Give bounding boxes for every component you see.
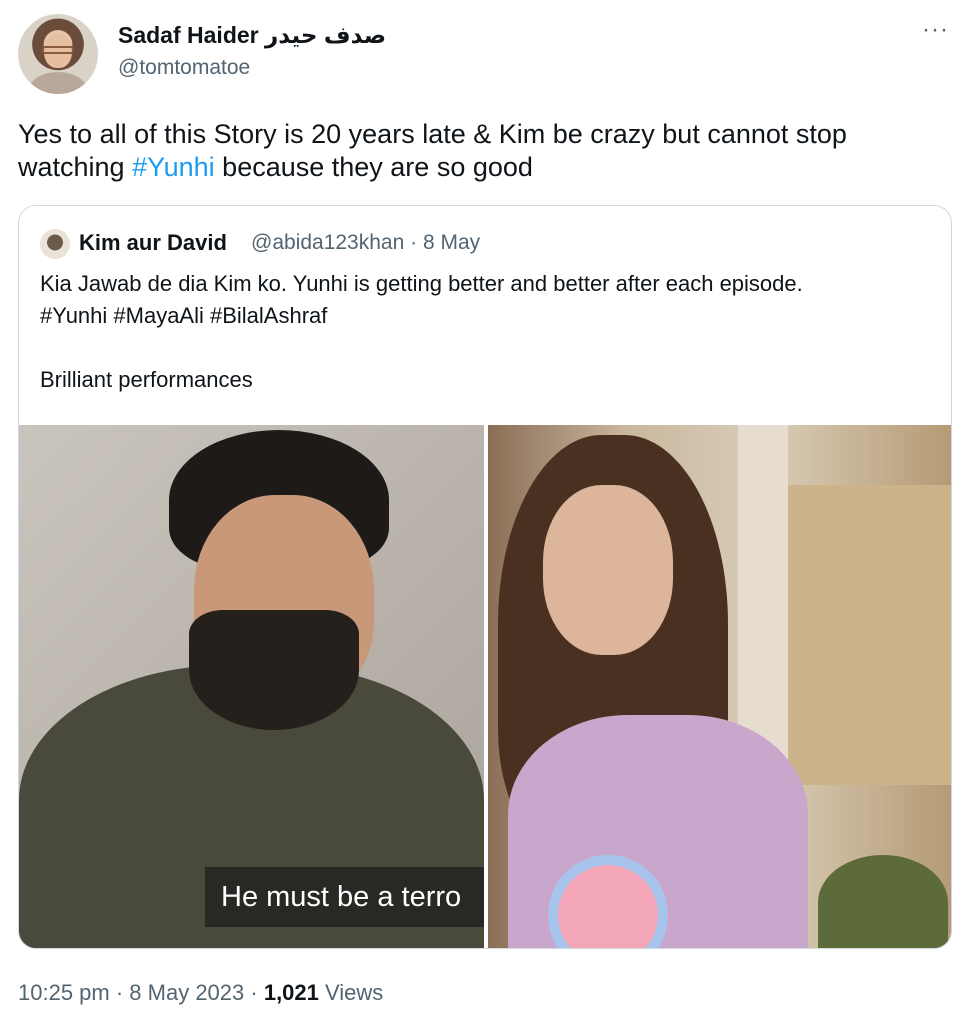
media-image-left[interactable]: He must be a terro <box>19 425 484 948</box>
quoted-author-name[interactable]: Kim aur David <box>79 230 227 256</box>
quoted-tweet[interactable]: Kim aur David @abida123khan · 8 May Kia … <box>18 205 952 949</box>
tweet-time[interactable]: 10:25 pm <box>18 980 110 1005</box>
quoted-text-line: Brilliant performances <box>40 367 253 392</box>
quoted-text-line: Kia Jawab de dia Kim ko. Yunhi is gettin… <box>40 271 803 296</box>
background-plant <box>818 855 948 948</box>
author-handle[interactable]: @tomtomatoe <box>118 56 250 80</box>
quoted-author-handle-date[interactable]: @abida123khan · 8 May <box>251 231 480 255</box>
man-beard <box>189 610 359 730</box>
media-image-right[interactable] <box>488 425 951 948</box>
views-label: Views <box>318 980 384 1005</box>
quoted-tweet-text: Kia Jawab de dia Kim ko. Yunhi is gettin… <box>40 268 940 396</box>
more-options-icon[interactable]: ··· <box>922 16 949 44</box>
tweet-date[interactable]: 8 May 2023 <box>129 980 244 1005</box>
quoted-hashtags[interactable]: #Yunhi #MayaAli #BilalAshraf <box>40 300 940 332</box>
meta-separator: · <box>109 980 130 1005</box>
author-avatar[interactable] <box>18 14 98 94</box>
tweet-text-after: because they are so good <box>214 152 533 182</box>
avatar-glasses <box>42 46 74 54</box>
quoted-media[interactable]: He must be a terro <box>19 425 951 948</box>
quoted-author-avatar[interactable] <box>40 229 70 259</box>
tweet-meta: 10:25 pm · 8 May 2023 · 1,021 Views <box>18 980 383 1006</box>
background-house <box>788 485 951 785</box>
hashtag-link[interactable]: #Yunhi <box>132 152 215 182</box>
video-subtitle: He must be a terro <box>205 867 484 927</box>
avatar-shoulders <box>28 72 88 94</box>
quoted-text-blank <box>40 332 940 364</box>
author-display-name[interactable]: Sadaf Haider صدف حیدر <box>118 22 386 49</box>
woman-face <box>543 485 673 655</box>
meta-separator: · <box>244 980 264 1005</box>
tweet-text: Yes to all of this Story is 20 years lat… <box>18 118 948 184</box>
views-count: 1,021 <box>263 980 319 1005</box>
